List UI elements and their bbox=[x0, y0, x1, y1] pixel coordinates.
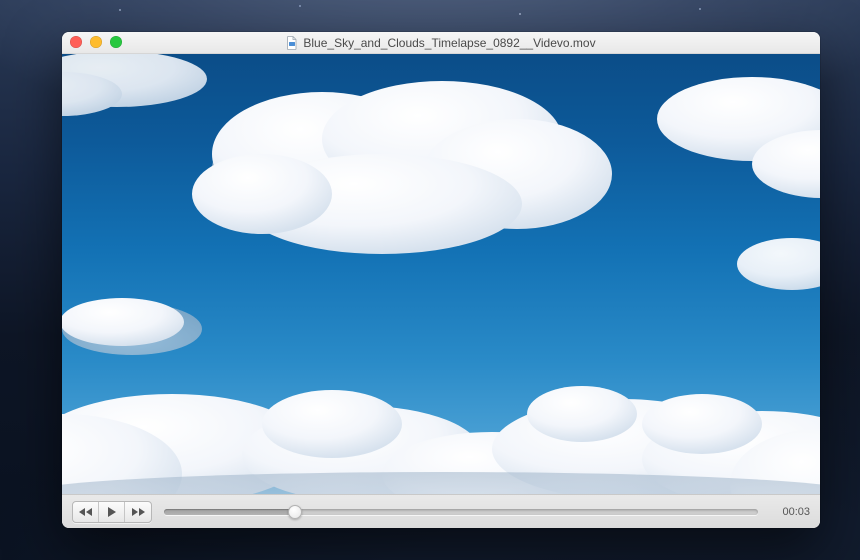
scrubber-track bbox=[164, 509, 758, 515]
scrubber-thumb[interactable] bbox=[288, 505, 302, 519]
desktop-background: Blue_Sky_and_Clouds_Timelapse_0892__Vide… bbox=[0, 0, 860, 560]
playback-button-group bbox=[72, 501, 152, 523]
scrubber[interactable] bbox=[164, 505, 758, 519]
play-button[interactable] bbox=[99, 502, 125, 522]
rewind-icon bbox=[79, 507, 93, 517]
video-player-window: Blue_Sky_and_Clouds_Timelapse_0892__Vide… bbox=[62, 32, 820, 528]
fast-forward-icon bbox=[131, 507, 145, 517]
rewind-button[interactable] bbox=[73, 502, 99, 522]
playback-controls: 00:03 bbox=[62, 494, 820, 528]
minimize-button[interactable] bbox=[90, 36, 102, 48]
video-viewport[interactable] bbox=[62, 54, 820, 494]
play-icon bbox=[107, 507, 117, 517]
titlebar[interactable]: Blue_Sky_and_Clouds_Timelapse_0892__Vide… bbox=[62, 32, 820, 54]
scrubber-fill bbox=[164, 509, 295, 515]
zoom-button[interactable] bbox=[110, 36, 122, 48]
document-icon bbox=[286, 36, 298, 50]
video-frame bbox=[62, 54, 820, 494]
window-title-wrap: Blue_Sky_and_Clouds_Timelapse_0892__Vide… bbox=[62, 36, 820, 50]
time-display: 00:03 bbox=[770, 506, 810, 518]
traffic-lights bbox=[70, 36, 122, 48]
close-button[interactable] bbox=[70, 36, 82, 48]
clouds-artwork bbox=[62, 54, 820, 494]
fast-forward-button[interactable] bbox=[125, 502, 151, 522]
window-title: Blue_Sky_and_Clouds_Timelapse_0892__Vide… bbox=[303, 36, 595, 50]
